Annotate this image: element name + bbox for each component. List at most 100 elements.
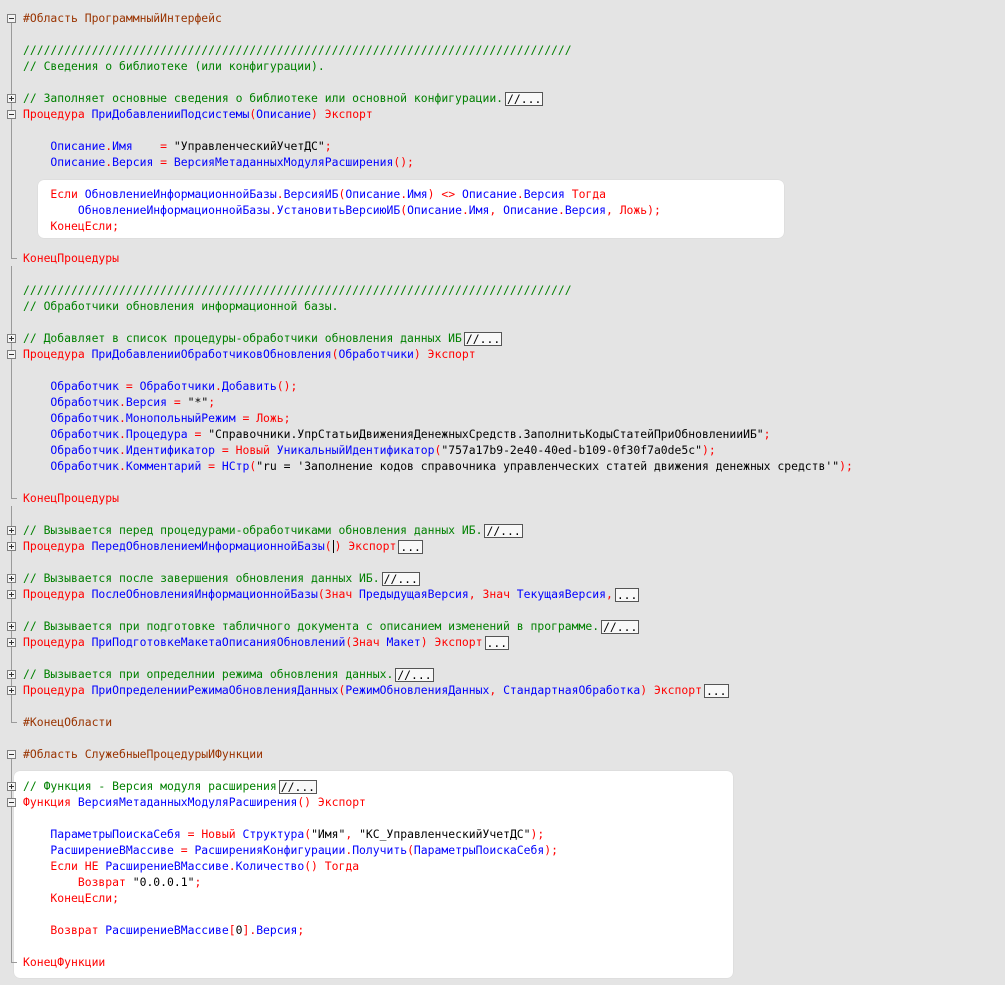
code-line[interactable] <box>0 698 1005 714</box>
collapsed-region-marker[interactable]: //... <box>463 331 503 346</box>
collapsed-region-marker[interactable]: //... <box>505 91 544 106</box>
code-line[interactable]: Если ОбновлениеИнформационнойБазы.Версия… <box>0 186 1005 202</box>
code-line[interactable]: КонецЕсли; <box>0 890 1005 906</box>
code-token: . <box>516 187 524 201</box>
code-line[interactable]: // Вызывается при подготовке табличного … <box>0 618 1005 634</box>
code-line[interactable] <box>0 362 1005 378</box>
collapsed-region-marker[interactable]: //... <box>601 619 640 634</box>
collapsed-region-marker[interactable]: ... <box>484 635 510 650</box>
collapsed-region-marker[interactable]: ... <box>398 539 423 554</box>
fold-expand-icon[interactable] <box>7 590 16 599</box>
code-line[interactable]: // Добавляет в список процедуры-обработч… <box>0 330 1005 346</box>
code-line[interactable]: Процедура ПриОпределенииРежимаОбновления… <box>0 682 1005 698</box>
collapsed-region-marker[interactable]: //... <box>395 667 434 682</box>
code-line[interactable] <box>0 266 1005 282</box>
code-line[interactable] <box>0 554 1005 570</box>
code-line[interactable]: // Заполняет основные сведения о библиот… <box>0 90 1005 106</box>
code-line[interactable]: РасширениеВМассиве = РасширенияКонфигура… <box>0 842 1005 858</box>
code-line[interactable]: Описание.Имя = "УправленческийУчетДС"; <box>0 138 1005 154</box>
fold-collapse-icon[interactable] <box>7 350 16 359</box>
code-line[interactable]: Возврат "0.0.0.1"; <box>0 874 1005 890</box>
code-line[interactable]: // Вызывается перед процедурами-обработч… <box>0 522 1005 538</box>
code-line[interactable]: Процедура ПриДобавленииОбработчиковОбнов… <box>0 346 1005 362</box>
code-line[interactable] <box>0 650 1005 666</box>
code-line[interactable]: ОбновлениеИнформационнойБазы.УстановитьВ… <box>0 202 1005 218</box>
code-token: Процедура <box>125 427 188 441</box>
code-line[interactable]: Процедура ПриДобавленииПодсистемы(Описан… <box>0 106 1005 122</box>
code-line[interactable] <box>0 730 1005 746</box>
code-line[interactable]: Обработчик = Обработчики.Добавить(); <box>0 378 1005 394</box>
code-line[interactable] <box>0 762 1005 778</box>
fold-gutter <box>0 570 22 586</box>
code-line[interactable]: КонецПроцедуры <box>0 250 1005 266</box>
code-line[interactable]: Возврат РасширениеВМассиве[0].Версия; <box>0 922 1005 938</box>
code-token: ; <box>283 411 291 425</box>
code-token: // Вызывается при подготовке табличного … <box>23 619 600 633</box>
code-line[interactable] <box>0 26 1005 42</box>
code-line[interactable]: КонецПроцедуры <box>0 490 1005 506</box>
code-line[interactable]: #Область ПрограммныйИнтерфейс <box>0 10 1005 26</box>
fold-gutter <box>0 794 22 810</box>
collapsed-region-marker[interactable]: ... <box>614 587 640 602</box>
fold-expand-icon[interactable] <box>7 670 16 679</box>
code-line[interactable] <box>0 122 1005 138</box>
code-line[interactable] <box>0 938 1005 954</box>
code-line[interactable]: КонецЕсли; <box>0 218 1005 234</box>
code-line[interactable]: Процедура ПередОбновлениемИнформационной… <box>0 538 1005 554</box>
collapsed-region-marker[interactable]: //... <box>278 779 318 794</box>
code-line[interactable] <box>0 170 1005 186</box>
fold-collapse-icon[interactable] <box>7 110 16 119</box>
code-line[interactable] <box>0 810 1005 826</box>
code-line[interactable]: // Вызывается при определнии режима обно… <box>0 666 1005 682</box>
code-editor[interactable]: #Область ПрограммныйИнтерфейс ///////////… <box>0 0 1005 985</box>
fold-expand-icon[interactable] <box>7 542 16 551</box>
code-line[interactable]: #КонецОбласти <box>0 714 1005 730</box>
code-line[interactable]: Обработчик.Процедура = "Справочники.УпрС… <box>0 426 1005 442</box>
code-token: ТекущаяВерсия <box>516 587 606 601</box>
fold-collapse-icon[interactable] <box>7 14 16 23</box>
fold-expand-icon[interactable] <box>7 94 16 103</box>
code-line[interactable]: Если НЕ РасширениеВМассиве.Количество() … <box>0 858 1005 874</box>
code-line[interactable] <box>0 314 1005 330</box>
fold-expand-icon[interactable] <box>7 574 16 583</box>
collapsed-region-marker[interactable]: ... <box>703 683 729 698</box>
code-line[interactable]: Обработчик.Идентификатор = Новый Уникаль… <box>0 442 1005 458</box>
code-line[interactable]: // Обработчики обновления информационной… <box>0 298 1005 314</box>
code-line[interactable]: ПараметрыПоискаСебя = Новый Структура("И… <box>0 826 1005 842</box>
code-line[interactable]: Обработчик.МонопольныйРежим = Ложь; <box>0 410 1005 426</box>
code-line[interactable] <box>0 906 1005 922</box>
code-line[interactable]: КонецФункции <box>0 954 1005 970</box>
fold-expand-icon[interactable] <box>7 334 16 343</box>
code-token: Версия <box>564 203 606 217</box>
code-line[interactable]: // Сведения о библиотеке (или конфигурац… <box>0 58 1005 74</box>
code-line[interactable]: Функция ВерсияМетаданныхМодуляРасширения… <box>0 794 1005 810</box>
fold-expand-icon[interactable] <box>7 782 16 791</box>
code-line[interactable] <box>0 234 1005 250</box>
fold-expand-icon[interactable] <box>7 638 16 647</box>
code-token: ) <box>413 347 428 361</box>
fold-collapse-icon[interactable] <box>7 798 16 807</box>
code-line[interactable] <box>0 602 1005 618</box>
code-line[interactable] <box>0 74 1005 90</box>
collapsed-region-marker[interactable]: //... <box>484 523 523 538</box>
code-line[interactable] <box>0 474 1005 490</box>
code-line[interactable]: #Область СлужебныеПроцедурыИФункции <box>0 746 1005 762</box>
fold-gutter <box>0 202 22 218</box>
code-line[interactable]: Процедура ПослеОбновленияИнформационнойБ… <box>0 586 1005 602</box>
fold-expand-icon[interactable] <box>7 526 16 535</box>
collapsed-region-marker[interactable]: //... <box>381 571 420 586</box>
code-line[interactable]: // Функция - Версия модуля расширения//.… <box>0 778 1005 794</box>
code-line[interactable]: // Вызывается после завершения обновлени… <box>0 570 1005 586</box>
fold-expand-icon[interactable] <box>7 622 16 631</box>
code-line[interactable]: Обработчик.Версия = "*"; <box>0 394 1005 410</box>
fold-expand-icon[interactable] <box>7 686 16 695</box>
code-line[interactable]: Обработчик.Комментарий = НСтр("ru = 'Зап… <box>0 458 1005 474</box>
code-token: ВерсияМетаданныхМодуляРасширения <box>77 795 298 809</box>
code-line[interactable]: Описание.Версия = ВерсияМетаданныхМодуля… <box>0 154 1005 170</box>
code-line[interactable] <box>0 506 1005 522</box>
fold-collapse-icon[interactable] <box>7 750 16 759</box>
fold-guide-line <box>11 890 12 906</box>
code-line[interactable]: Процедура ПриПодготовкеМакетаОписанияОбн… <box>0 634 1005 650</box>
code-line[interactable]: ////////////////////////////////////////… <box>0 282 1005 298</box>
code-line[interactable]: ////////////////////////////////////////… <box>0 42 1005 58</box>
